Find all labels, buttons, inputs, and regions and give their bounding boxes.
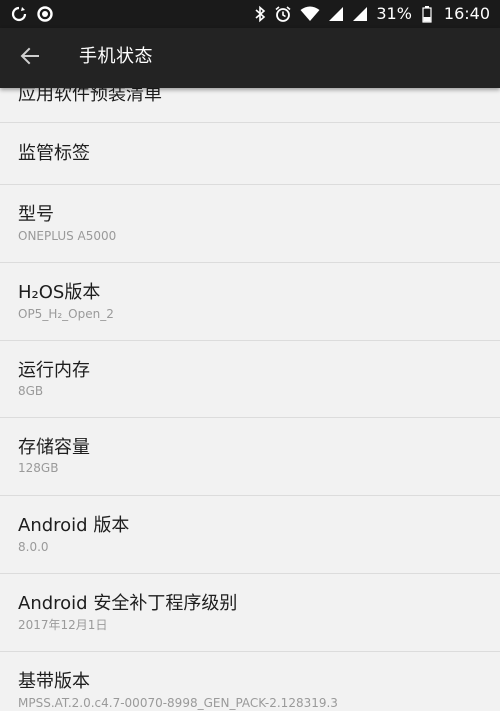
- list-item-subtitle: 8.0.0: [18, 540, 49, 554]
- signal-icon: [328, 6, 344, 22]
- signal-icon: [352, 6, 368, 22]
- list-item-preinstalled-apps[interactable]: 应用软件预装清单: [0, 88, 500, 123]
- list-item-subtitle: 2017年12月1日: [18, 618, 108, 632]
- list-item-title: 型号: [18, 204, 54, 225]
- battery-icon: [422, 5, 432, 23]
- circle-icon: [36, 5, 54, 23]
- list-item-model[interactable]: 型号 ONEPLUS A5000: [0, 185, 500, 263]
- settings-list: 应用软件预装清单 监管标签 型号 ONEPLUS A5000 H₂OS版本 OP…: [0, 88, 500, 711]
- list-item-title: 基带版本: [18, 671, 90, 692]
- list-item-h2os-version[interactable]: H₂OS版本 OP5_H₂_Open_2: [0, 263, 500, 341]
- status-bar-right: 31% 16:40: [254, 4, 490, 24]
- list-item-storage[interactable]: 存储容量 128GB: [0, 418, 500, 496]
- list-item-subtitle: 8GB: [18, 384, 44, 398]
- list-item-title: H₂OS版本: [18, 282, 101, 303]
- app-bar: 手机状态: [0, 28, 500, 88]
- status-time: 16:40: [443, 4, 490, 23]
- list-item-subtitle: MPSS.AT.2.0.c4.7-00070-8998_GEN_PACK-2.1…: [18, 696, 338, 710]
- status-bar-left: [10, 5, 54, 23]
- list-item-android-version[interactable]: Android 版本 8.0.0: [0, 496, 500, 574]
- list-item-baseband-version[interactable]: 基带版本 MPSS.AT.2.0.c4.7-00070-8998_GEN_PAC…: [0, 652, 500, 711]
- list-item-ram[interactable]: 运行内存 8GB: [0, 341, 500, 418]
- battery-percent: 31%: [376, 4, 412, 23]
- list-item-title: 监管标签: [18, 143, 90, 164]
- list-item-subtitle: 128GB: [18, 461, 59, 475]
- list-item-title: 运行内存: [18, 360, 90, 381]
- sync-icon: [10, 5, 28, 23]
- page-title: 手机状态: [79, 46, 153, 67]
- alarm-icon: [274, 5, 292, 23]
- list-item-title: Android 安全补丁程序级别: [18, 593, 238, 614]
- list-item-subtitle: ONEPLUS A5000: [18, 229, 117, 243]
- arrow-left-icon: [19, 45, 41, 71]
- list-item-regulatory-labels[interactable]: 监管标签: [0, 123, 500, 185]
- list-item-title: Android 版本: [18, 515, 130, 536]
- list-item-title: 应用软件预装清单: [18, 88, 162, 105]
- list-item-security-patch[interactable]: Android 安全补丁程序级别 2017年12月1日: [0, 574, 500, 652]
- list-item-subtitle: OP5_H₂_Open_2: [18, 307, 114, 321]
- bluetooth-icon: [254, 5, 266, 23]
- wifi-icon: [300, 6, 320, 22]
- list-item-title: 存储容量: [18, 437, 90, 458]
- back-button[interactable]: [12, 40, 48, 76]
- status-bar: 31% 16:40: [0, 0, 500, 28]
